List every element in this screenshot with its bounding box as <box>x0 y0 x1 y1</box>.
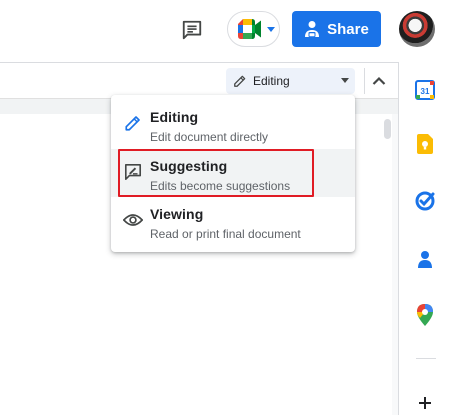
calendar-icon: 31 <box>415 80 435 100</box>
side-panel-divider <box>416 358 436 359</box>
share-button[interactable]: Share <box>292 11 381 47</box>
plus-icon <box>419 397 431 409</box>
tasks-icon <box>415 191 435 211</box>
google-meet-icon <box>238 19 261 39</box>
eye-icon <box>123 210 143 230</box>
editing-mode-button[interactable]: Editing <box>226 68 355 94</box>
avatar[interactable] <box>399 11 435 47</box>
comment-history-button[interactable] <box>176 15 208 45</box>
chevron-up-icon <box>372 76 385 85</box>
meet-button[interactable] <box>227 11 280 47</box>
editing-mode-label: Editing <box>253 74 290 88</box>
add-app-button[interactable] <box>414 392 436 414</box>
menu-item-title: Editing <box>150 109 199 125</box>
keep-app-button[interactable] <box>414 133 436 155</box>
calendar-app-button[interactable]: 31 <box>414 79 436 101</box>
calendar-day-text: 31 <box>421 87 430 96</box>
keep-icon <box>417 134 433 154</box>
maps-icon <box>417 304 433 326</box>
chevron-down-icon <box>267 26 275 32</box>
menu-item-title: Viewing <box>150 206 204 222</box>
contacts-icon <box>418 251 432 268</box>
pencil-icon <box>234 75 246 87</box>
menu-item-description: Edit document directly <box>150 130 269 144</box>
share-button-label: Share <box>327 20 369 38</box>
share-person-icon <box>305 21 320 37</box>
comment-icon <box>182 20 202 40</box>
menu-item-description: Read or print final document <box>150 227 301 241</box>
maps-app-button[interactable] <box>414 304 436 326</box>
top-header <box>0 0 450 62</box>
caret-down-icon <box>341 78 349 83</box>
document-scrollbar[interactable] <box>384 119 391 139</box>
hide-menus-button[interactable] <box>364 68 392 94</box>
side-panel <box>398 62 450 415</box>
tasks-app-button[interactable] <box>414 190 436 212</box>
menu-item-viewing[interactable]: Viewing Read or print final document <box>111 197 355 245</box>
suggesting-highlight-box <box>118 149 314 197</box>
contacts-app-button[interactable] <box>414 248 436 270</box>
menu-item-editing[interactable]: Editing Edit document directly <box>111 100 355 148</box>
pencil-icon <box>123 113 143 133</box>
